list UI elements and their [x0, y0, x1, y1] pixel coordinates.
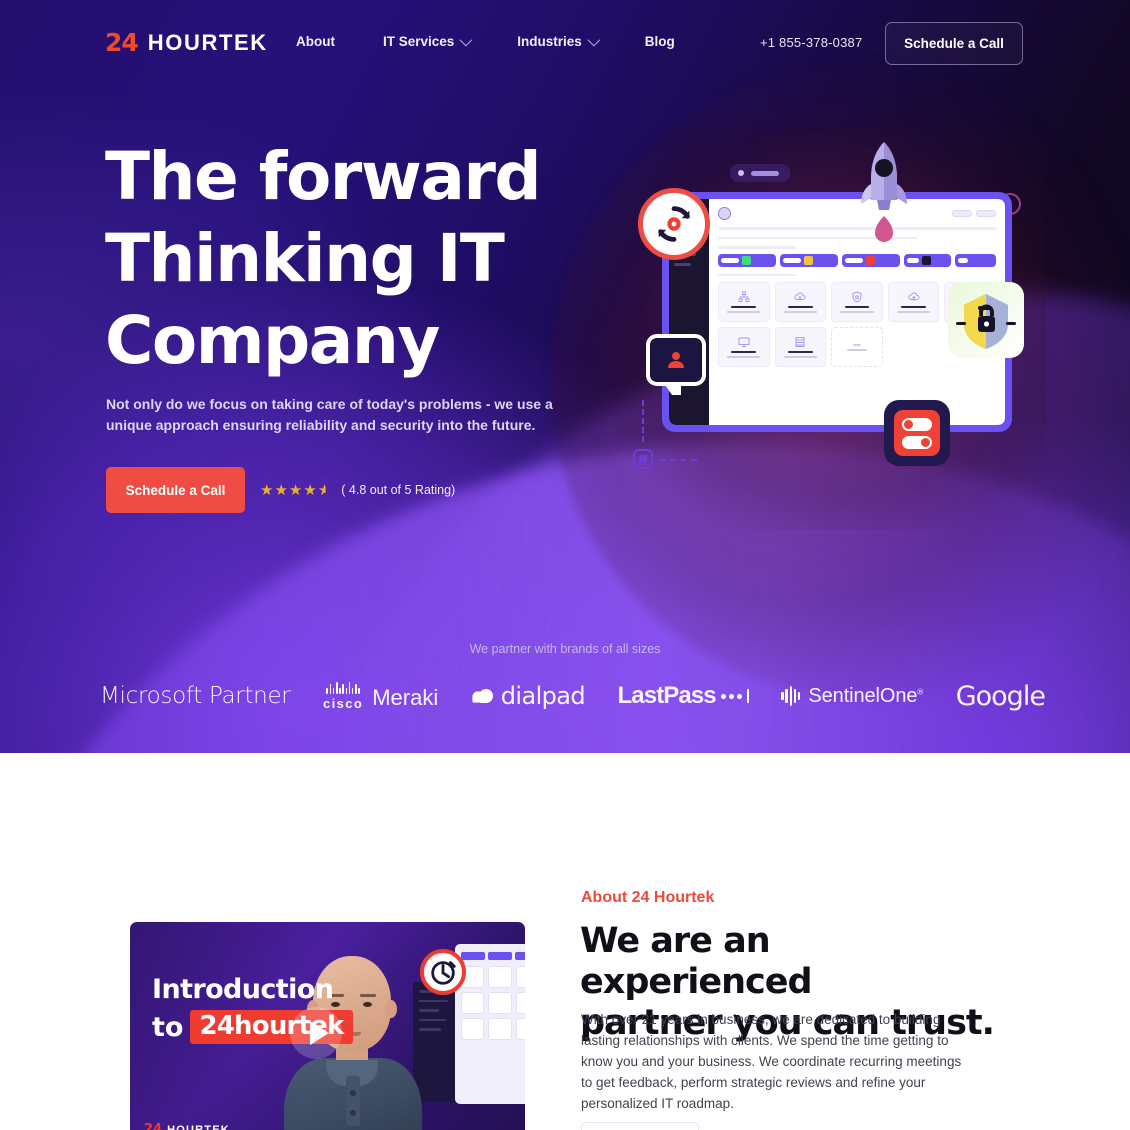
nav-item-about[interactable]: About: [296, 34, 335, 49]
logo-wordmark: HOURTEK: [147, 29, 268, 55]
logo-number: 24: [105, 28, 139, 57]
partner-logo-text: SentinelOne®: [808, 684, 924, 707]
dashed-line-decor: [659, 459, 697, 461]
about-body-text: With over 21 years in business, we are d…: [581, 1012, 962, 1111]
star-icon: ★: [303, 482, 317, 499]
hero-title-line: Company: [105, 302, 440, 379]
hero-schedule-call-button[interactable]: Schedule a Call: [106, 467, 245, 513]
nav-item-label: IT Services: [382, 34, 455, 49]
about-title-line: We are an experienced: [580, 921, 813, 1002]
cloud-eye-icon: [794, 292, 806, 300]
lastpass-dots-icon: [720, 689, 749, 703]
dot-icon: [738, 170, 744, 176]
server-icon: [795, 337, 805, 347]
rating-row: ★ ★ ★ ★ ★ ( 4.8 out of 5 Rating): [260, 481, 455, 499]
partner-logo-microsoft-partner: Microsoft Partner: [100, 683, 291, 709]
about-eyebrow: About 24 Hourtek: [581, 889, 715, 906]
header-phone-number[interactable]: +1 855-378-0387: [760, 35, 862, 50]
video-play-button[interactable]: [290, 1007, 342, 1059]
star-rating-icons: ★ ★ ★ ★ ★: [260, 481, 331, 499]
partners-label: We partner with brands of all sizes: [469, 642, 661, 656]
partner-logo-sentinelone: SentinelOne®: [781, 685, 923, 708]
partner-logo-google: Google: [955, 680, 1046, 712]
watermark-number: 24: [144, 1122, 163, 1130]
video-title-line-1: Introduction: [152, 974, 334, 1005]
partner-logo-text: dialpad: [500, 682, 586, 710]
toggle-switch-off: [902, 417, 932, 431]
sentinelone-mark-icon: [781, 686, 801, 706]
nav-item-label: About: [296, 34, 335, 49]
partner-logo-text: cisco: [322, 695, 364, 711]
nav-item-label: Industries: [517, 34, 582, 49]
play-icon: [309, 1021, 329, 1045]
dialpad-mark-icon: [471, 688, 494, 705]
page-root: 24 HOURTEK About IT Services Industries: [0, 0, 1130, 1130]
partner-logo-text: Google: [955, 680, 1046, 712]
illustration-pill-row: [730, 164, 790, 182]
hero-section: 24 HOURTEK About IT Services Industries: [0, 0, 1130, 753]
partner-logo-cisco-meraki: cisco Meraki: [322, 681, 439, 711]
partner-logo-secondary-text: Meraki: [372, 684, 439, 710]
partner-logo-text: LastPass: [617, 682, 717, 709]
security-lock-badge-icon: [948, 282, 1024, 358]
partner-logos-strip: Microsoft Partner cisco Meraki dialpad L…: [100, 672, 1046, 720]
dashboard-buttons: [952, 210, 996, 217]
nav-item-blog[interactable]: Blog: [645, 34, 675, 49]
star-icon: ★: [288, 482, 303, 499]
video-title-overlay: Introduction to 24hourtek: [152, 974, 382, 1044]
hero-title-line: Thinking IT: [105, 220, 505, 297]
user-icon: [668, 352, 684, 368]
top-navigation-bar: 24 HOURTEK About IT Services Industries: [0, 0, 1130, 86]
nav-item-it-services[interactable]: IT Services: [382, 33, 473, 49]
nav-item-industries[interactable]: Industries: [517, 33, 601, 49]
video-title-line-2-prefix: to: [152, 1011, 184, 1043]
nav-links: About IT Services Industries Blog: [296, 33, 723, 49]
partner-logo-lastpass: LastPass: [618, 682, 749, 710]
network-icon: [738, 291, 750, 302]
chevron-down-icon: [587, 33, 601, 47]
hero-title-line: The forward: [105, 138, 542, 215]
site-logo[interactable]: 24 HOURTEK: [105, 28, 268, 57]
partner-logo-text: Microsoft Partner: [100, 683, 291, 709]
settings-toggle-badge-icon: [884, 400, 950, 466]
hero-title: The forward Thinking IT Company: [105, 136, 575, 382]
square-outline-decor: [633, 449, 653, 469]
hero-subtitle: Not only do we focus on taking care of t…: [106, 396, 553, 433]
cloud-upload-icon: [907, 292, 920, 301]
rating-text: ( 4.8 out of 5 Rating): [341, 483, 456, 497]
star-icon: ★: [260, 482, 274, 499]
rocket-illustration: [851, 140, 917, 250]
cisco-bars-icon: cisco: [322, 681, 364, 711]
about-section: Introduction to 24hourtek 24 HOURTEK Abo…: [0, 753, 1130, 1130]
chevron-down-icon: [459, 33, 473, 47]
dashboard-status-tags: [718, 253, 996, 267]
nav-item-label: Blog: [644, 34, 675, 49]
clock-badge-icon: [420, 949, 466, 995]
avatar: [718, 207, 731, 220]
video-watermark-logo: 24 HOURTEK: [144, 1122, 230, 1130]
about-learn-more-button[interactable]: Learn More: [581, 1122, 699, 1130]
star-icon: ★: [274, 482, 288, 499]
dashed-line-decor: [642, 400, 644, 442]
partner-logo-dialpad: dialpad: [471, 682, 586, 710]
shield-lock-icon: [852, 291, 862, 303]
placeholder-bar: [751, 170, 779, 176]
sync-refresh-badge-icon: [638, 188, 710, 260]
intro-video-thumbnail[interactable]: Introduction to 24hourtek 24 HOURTEK: [130, 922, 525, 1130]
hero-illustration: [596, 112, 1046, 552]
monitor-icon: [738, 337, 750, 347]
user-chat-badge-icon: [646, 334, 706, 395]
toggle-switch-on: [902, 435, 932, 449]
watermark-word: HOURTEK: [167, 1123, 230, 1130]
half-star-icon: ★: [317, 482, 332, 499]
header-schedule-call-button[interactable]: Schedule a Call: [885, 22, 1023, 65]
